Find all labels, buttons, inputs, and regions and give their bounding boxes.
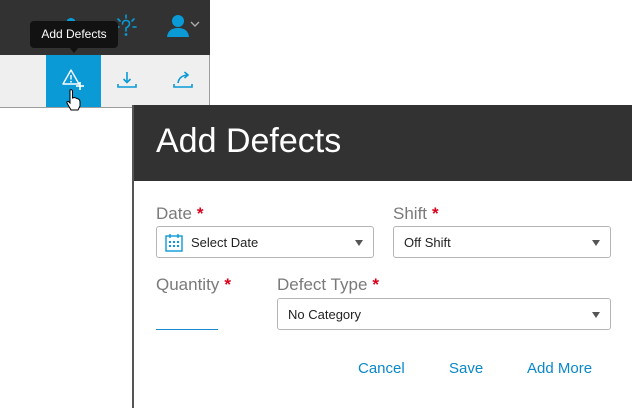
shift-select[interactable]: Off Shift [393, 226, 611, 258]
date-label-text: Date [156, 204, 192, 223]
add-more-button[interactable]: Add More [527, 360, 592, 377]
required-marker: * [372, 275, 380, 294]
action-bar [0, 55, 210, 111]
date-value: Select Date [191, 235, 259, 250]
share-button[interactable] [158, 55, 208, 107]
caret-down-icon [592, 312, 600, 318]
add-defects-button[interactable] [46, 55, 101, 111]
quantity-label-text: Quantity [156, 275, 220, 294]
download-icon [117, 72, 137, 88]
defect-type-select[interactable]: No Category [277, 298, 611, 330]
date-label: Date * [156, 204, 204, 224]
shift-label-text: Shift [393, 204, 428, 223]
chevron-down-icon[interactable] [190, 20, 200, 28]
required-marker: * [224, 275, 231, 294]
calendar-icon [165, 234, 183, 252]
caret-down-icon [592, 240, 600, 246]
save-button[interactable]: Save [449, 360, 483, 377]
tooltip-arrow [69, 47, 79, 53]
defect-type-label: Defect Type * [277, 275, 379, 295]
defect-type-value: No Category [288, 307, 361, 322]
quantity-input[interactable] [156, 305, 218, 330]
defect-type-label-text: Defect Type [277, 275, 368, 294]
cancel-button[interactable]: Cancel [358, 360, 405, 377]
shift-label: Shift * [393, 204, 439, 224]
required-marker: * [196, 204, 204, 223]
date-select[interactable]: Select Date [156, 226, 374, 258]
add-defects-dialog: Add Defects Date * Select Date Shift * Off… [132, 105, 632, 408]
required-marker: * [432, 204, 439, 223]
pointer-cursor-icon [66, 89, 81, 111]
tooltip: Add Defects [30, 21, 118, 48]
download-button[interactable] [102, 55, 152, 107]
caret-down-icon [355, 240, 363, 246]
share-icon [173, 71, 193, 88]
user-icon[interactable] [165, 13, 191, 39]
dialog-header: Add Defects [134, 105, 632, 181]
dialog-title: Add Defects [156, 122, 342, 160]
shift-value: Off Shift [404, 235, 451, 250]
quantity-label: Quantity * [156, 275, 231, 295]
